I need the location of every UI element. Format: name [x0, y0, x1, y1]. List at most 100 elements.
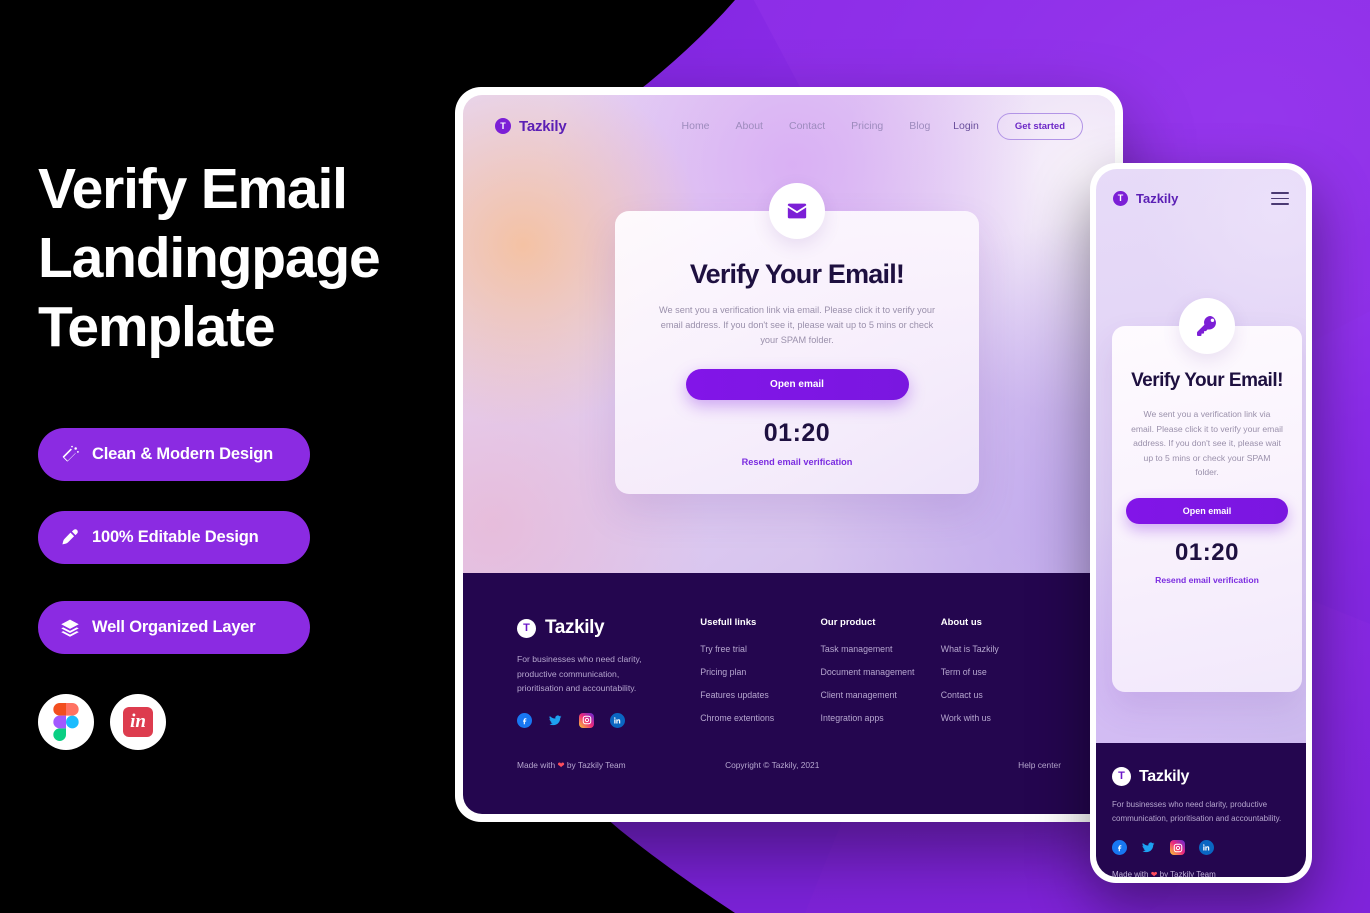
open-email-button[interactable]: Open email — [1126, 497, 1288, 524]
linkedin-icon[interactable] — [1199, 840, 1214, 855]
logo-mark-icon: T — [1113, 191, 1128, 206]
page-title: Verify Email Landingpage Template — [38, 157, 381, 359]
desktop-screen: T Tazkily Home About Contact Pricing Blo… — [463, 95, 1115, 814]
figma-badge[interactable] — [38, 694, 94, 750]
heart-icon: ❤ — [557, 760, 565, 770]
pen-tool-icon — [62, 528, 78, 544]
feature-pill-label: Well Organized Layer — [92, 618, 256, 636]
help-center-link[interactable]: Help center — [1018, 760, 1061, 770]
made-with-suffix: by Tazkily Team — [1157, 870, 1216, 877]
twitter-icon[interactable] — [548, 713, 563, 728]
feature-pill-clean-modern-design[interactable]: Clean & Modern Design — [38, 428, 310, 481]
resend-email-link[interactable]: Resend email verification — [1112, 575, 1302, 585]
nav-item-pricing[interactable]: Pricing — [851, 120, 883, 132]
footer-link[interactable]: Integration apps — [821, 713, 941, 723]
mobile-footer: T Tazkily For businesses who need clarit… — [1096, 743, 1306, 877]
get-started-button[interactable]: Get started — [996, 112, 1083, 140]
footer-link[interactable]: Work with us — [941, 713, 1061, 723]
layers-icon — [61, 619, 79, 637]
verify-email-card: Verify Your Email! We sent you a verific… — [615, 183, 979, 494]
mobile-mockup: T Tazkily Verify Your Email! We sent you… — [1090, 163, 1312, 883]
footer-link[interactable]: Features updates — [700, 690, 820, 700]
nav-item-about[interactable]: About — [736, 120, 763, 132]
footer-brand-description: For businesses who need clarity, product… — [517, 654, 642, 693]
footer-link[interactable]: Term of use — [941, 667, 1061, 677]
instagram-icon[interactable] — [1170, 840, 1185, 855]
desktop-nav-links: Home About Contact Pricing Blog — [682, 120, 931, 132]
left-promo-panel: Verify Email Landingpage Template Clean … — [0, 0, 460, 913]
countdown-timer: 01:20 — [763, 419, 831, 447]
footer-brand-column: T Tazkily For businesses who need clarit… — [517, 617, 700, 736]
nav-item-home[interactable]: Home — [682, 120, 710, 132]
footer-link[interactable]: Try free trial — [700, 644, 820, 654]
tool-badges: in — [38, 694, 166, 750]
made-with-suffix: by Tazkily Team — [564, 760, 626, 770]
footer-link[interactable]: Client management — [821, 690, 941, 700]
made-with-love-text: Made with ❤ by Tazkily Team — [517, 760, 626, 770]
footer-link[interactable]: Contact us — [941, 690, 1061, 700]
resend-email-link[interactable]: Resend email verification — [615, 457, 979, 467]
mobile-footer-logo[interactable]: T Tazkily — [1112, 767, 1290, 786]
footer-social-links — [517, 712, 700, 728]
key-icon — [1197, 316, 1216, 336]
made-with-prefix: Made with — [517, 760, 558, 770]
copyright-text: Copyright © Tazkily, 2021 — [725, 760, 820, 770]
desktop-nav-actions: Login Get started — [953, 112, 1083, 140]
linkedin-icon[interactable] — [610, 712, 625, 728]
card-description: We sent you a verification link via emai… — [1131, 409, 1283, 477]
desktop-navbar: T Tazkily Home About Contact Pricing Blo… — [463, 95, 1115, 157]
mobile-footer-social-links — [1112, 840, 1290, 855]
mobile-logo[interactable]: T Tazkily — [1113, 191, 1178, 206]
card-title: Verify Your Email! — [689, 259, 905, 289]
feature-pill-label: 100% Editable Design — [92, 528, 259, 546]
footer-link[interactable]: Chrome extentions — [700, 713, 820, 723]
twitter-icon[interactable] — [1141, 840, 1156, 855]
hamburger-menu-icon[interactable] — [1271, 192, 1289, 205]
desktop-mockup: T Tazkily Home About Contact Pricing Blo… — [455, 87, 1123, 822]
logo-text: Tazkily — [519, 117, 567, 135]
instagram-icon[interactable] — [579, 712, 594, 728]
countdown-timer: 01:20 — [1175, 538, 1239, 566]
open-email-button[interactable]: Open email — [685, 369, 909, 400]
footer-bottom-bar: Made with ❤ by Tazkily Team Copyright © … — [517, 760, 1061, 770]
footer-brand-description: For businesses who need clarity, product… — [1112, 800, 1282, 823]
logo-mark-icon: T — [1112, 767, 1131, 786]
invision-logo-icon: in — [123, 707, 153, 737]
footer-link[interactable]: Pricing plan — [700, 667, 820, 677]
made-with-prefix: Made with — [1112, 870, 1151, 877]
logo-text: Tazkily — [1136, 191, 1179, 206]
envelope-icon-circle — [769, 183, 825, 239]
login-link[interactable]: Login — [953, 120, 979, 132]
footer-brand-name: Tazkily — [545, 617, 605, 638]
nav-item-blog[interactable]: Blog — [909, 120, 930, 132]
figma-logo-icon — [53, 703, 79, 741]
facebook-icon[interactable] — [1112, 840, 1127, 855]
desktop-footer: T Tazkily For businesses who need clarit… — [463, 573, 1115, 814]
footer-column-heading: Our product — [820, 617, 876, 628]
card-description: We sent you a verification link via emai… — [658, 305, 936, 345]
footer-column-about-us: About us What is Tazkily Term of use Con… — [941, 617, 1061, 736]
feature-pill-well-organized-layer[interactable]: Well Organized Layer — [38, 601, 310, 654]
footer-link[interactable]: What is Tazkily — [941, 644, 1061, 654]
footer-columns: T Tazkily For businesses who need clarit… — [517, 617, 1061, 736]
footer-column-heading: About us — [940, 617, 982, 628]
mobile-verify-email-card: Verify Your Email! We sent you a verific… — [1112, 298, 1302, 692]
facebook-icon[interactable] — [517, 712, 532, 728]
feature-pill-editable-design[interactable]: 100% Editable Design — [38, 511, 310, 564]
footer-logo[interactable]: T Tazkily — [517, 617, 700, 639]
key-icon-circle — [1179, 298, 1235, 354]
footer-column-our-product: Our product Task management Document man… — [821, 617, 941, 736]
mobile-navbar: T Tazkily — [1096, 169, 1306, 206]
magic-wand-icon — [62, 445, 79, 461]
footer-link[interactable]: Task management — [821, 644, 941, 654]
desktop-hero-section: T Tazkily Home About Contact Pricing Blo… — [463, 95, 1115, 573]
footer-link[interactable]: Document management — [821, 667, 941, 677]
card-title: Verify Your Email! — [1131, 370, 1283, 391]
nav-item-contact[interactable]: Contact — [789, 120, 825, 132]
footer-column-usefull-links: Usefull links Try free trial Pricing pla… — [700, 617, 820, 736]
desktop-logo[interactable]: T Tazkily — [495, 118, 567, 135]
footer-column-heading: Usefull links — [700, 617, 757, 628]
mobile-hero-section: T Tazkily Verify Your Email! We sent you… — [1096, 169, 1306, 743]
footer-brand-name: Tazkily — [1139, 767, 1190, 785]
invision-badge[interactable]: in — [110, 694, 166, 750]
